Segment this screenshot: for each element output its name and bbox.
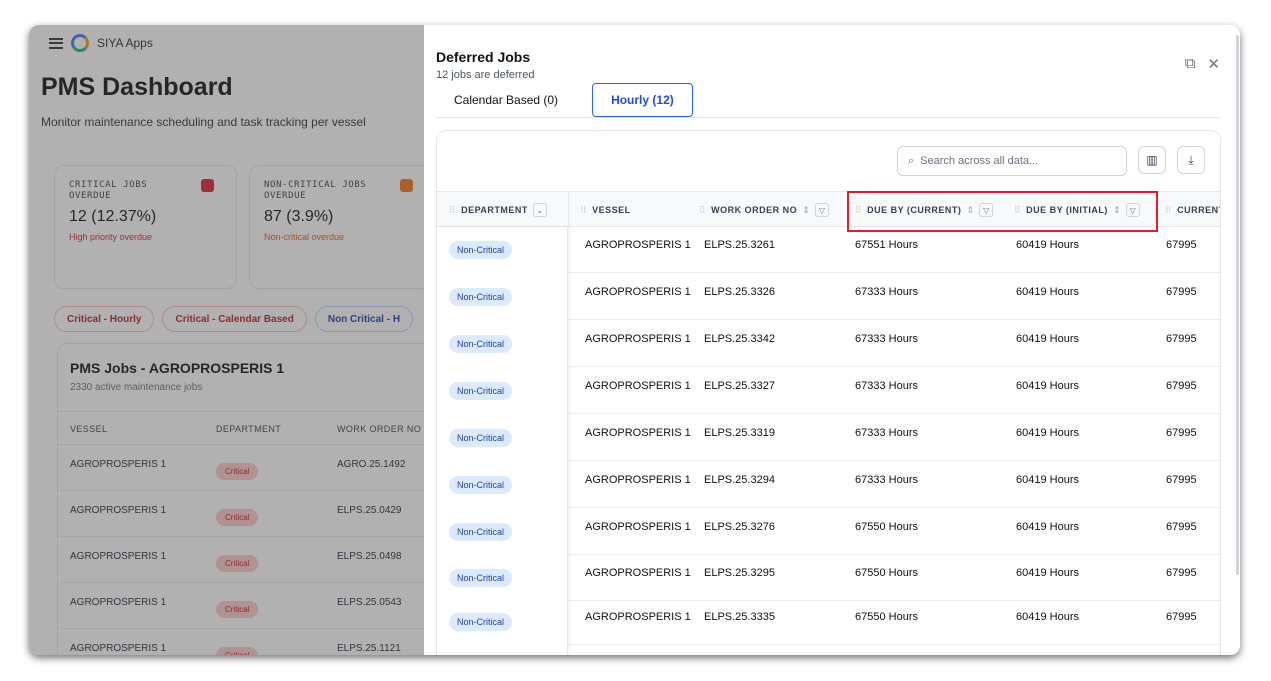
deferred-jobs-drawer: Deferred Jobs 12 jobs are deferred ⧉ ✕ C… <box>424 25 1240 655</box>
cell-due-current: 67550 Hours <box>855 521 918 533</box>
drag-handle-icon[interactable]: ⠿ <box>580 205 587 216</box>
cell-vessel: AGROPROSPERIS 1 <box>585 333 691 345</box>
col-label: WORK ORDER NO <box>711 205 798 215</box>
cell-due-current: 67333 Hours <box>855 286 918 298</box>
drag-handle-icon[interactable]: ⠿ <box>449 205 456 216</box>
cell-due-initial: 60419 Hours <box>1016 474 1079 486</box>
cell-due-initial: 60419 Hours <box>1016 333 1079 345</box>
cell-due-initial: 60419 Hours <box>1016 567 1079 579</box>
cell-vessel: AGROPROSPERIS 1 <box>585 474 691 486</box>
download-icon: ⤓ <box>1188 152 1194 167</box>
tab-hourly[interactable]: Hourly (12) <box>592 83 693 117</box>
cell-work-order: ELPS.25.3295 <box>704 567 775 579</box>
non-critical-badge: Non-Critical <box>449 382 513 400</box>
col-work-order[interactable]: ⠿ WORK ORDER NO ⇕ ▽ <box>699 192 830 228</box>
cell-vessel: AGROPROSPERIS 1 <box>585 286 691 298</box>
cell-work-order: ELPS.25.3319 <box>704 427 775 439</box>
download-button[interactable]: ⤓ <box>1177 146 1205 174</box>
col-label: CURRENT C <box>1177 205 1221 215</box>
cell-vessel: AGROPROSPERIS 1 <box>585 567 691 579</box>
cell-due-current: 67333 Hours <box>855 380 918 392</box>
cell-current: 67995 <box>1166 521 1197 533</box>
close-icon[interactable]: ✕ <box>1207 55 1220 73</box>
cell-vessel: AGROPROSPERIS 1 <box>585 611 691 623</box>
non-critical-badge: Non-Critical <box>449 288 513 306</box>
col-department[interactable]: ⠿ DEPARTMENT ⌄ <box>449 192 547 228</box>
non-critical-badge: Non-Critical <box>449 241 513 259</box>
drawer-subtitle: 12 jobs are deferred <box>436 69 535 81</box>
cell-current: 67995 <box>1166 286 1197 298</box>
cell-work-order: ELPS.25.3342 <box>704 333 775 345</box>
columns-icon: ▥ <box>1146 153 1158 167</box>
external-link-icon[interactable]: ⧉ <box>1185 55 1196 73</box>
column-divider <box>568 192 569 228</box>
cell-due-initial: 60419 Hours <box>1016 380 1079 392</box>
sort-icon[interactable]: ⇕ <box>802 205 810 216</box>
columns-button[interactable]: ▥ <box>1138 146 1166 174</box>
search-input[interactable]: ⌕ Search across all data... <box>897 146 1127 176</box>
chevron-down-icon[interactable]: ⌄ <box>532 203 547 217</box>
non-critical-badge: Non-Critical <box>449 523 513 541</box>
non-critical-badge: Non-Critical <box>449 335 513 353</box>
col-label: VESSEL <box>592 205 631 215</box>
cell-current: 67995 <box>1166 474 1197 486</box>
drawer-actions: ⧉ ✕ <box>1185 55 1220 73</box>
cell-due-current: 67550 Hours <box>855 567 918 579</box>
non-critical-badge: Non-Critical <box>449 429 513 447</box>
cell-due-current: 67551 Hours <box>855 239 918 251</box>
cell-vessel: AGROPROSPERIS 1 <box>585 427 691 439</box>
cell-current: 67995 <box>1166 567 1197 579</box>
cell-due-initial: 60419 Hours <box>1016 239 1079 251</box>
cell-vessel: AGROPROSPERIS 1 <box>585 521 691 533</box>
cell-due-current: 67550 Hours <box>855 611 918 623</box>
modal-overlay[interactable] <box>29 25 424 655</box>
search-icon: ⌕ <box>908 154 915 167</box>
tab-divider <box>436 117 1219 118</box>
cell-due-current: 67333 Hours <box>855 333 918 345</box>
cell-due-current: 67333 Hours <box>855 474 918 486</box>
col-label: DEPARTMENT <box>461 205 528 215</box>
cell-vessel: AGROPROSPERIS 1 <box>585 239 691 251</box>
cell-due-current: 67333 Hours <box>855 427 918 439</box>
filter-icon[interactable]: ▽ <box>815 203 830 217</box>
cell-work-order: ELPS.25.3335 <box>704 611 775 623</box>
cell-current: 67995 <box>1166 239 1197 251</box>
cell-current: 67995 <box>1166 333 1197 345</box>
cell-vessel: AGROPROSPERIS 1 <box>585 380 691 392</box>
drag-handle-icon[interactable]: ⠿ <box>699 205 706 216</box>
cell-work-order: ELPS.25.3326 <box>704 286 775 298</box>
drawer-title: Deferred Jobs <box>436 49 531 65</box>
col-current[interactable]: ⠿ CURRENT C <box>1165 192 1221 228</box>
non-critical-badge: Non-Critical <box>449 569 513 587</box>
tab-calendar-based[interactable]: Calendar Based (0) <box>436 83 576 117</box>
non-critical-badge: Non-Critical <box>449 613 513 631</box>
tab-bar: Calendar Based (0) Hourly (12) <box>436 83 693 117</box>
due-by-columns-highlight <box>847 191 1158 232</box>
cell-due-initial: 60419 Hours <box>1016 286 1079 298</box>
cell-due-initial: 60419 Hours <box>1016 521 1079 533</box>
cell-current: 67995 <box>1166 427 1197 439</box>
col-vessel[interactable]: ⠿ VESSEL <box>580 192 631 228</box>
deferred-jobs-grid: ⌕ Search across all data... ▥ ⤓ ⠿ DEPART… <box>436 130 1221 655</box>
cell-work-order: ELPS.25.3261 <box>704 239 775 251</box>
cell-current: 67995 <box>1166 380 1197 392</box>
cell-current: 67995 <box>1166 611 1197 623</box>
cell-work-order: ELPS.25.3276 <box>704 521 775 533</box>
non-critical-badge: Non-Critical <box>449 476 513 494</box>
cell-due-initial: 60419 Hours <box>1016 427 1079 439</box>
scrollbar[interactable] <box>1236 35 1239 575</box>
cell-work-order: ELPS.25.3327 <box>704 380 775 392</box>
cell-work-order: ELPS.25.3294 <box>704 474 775 486</box>
app-window: SIYA Apps PMS Dashboard Monitor maintena… <box>29 25 1240 655</box>
cell-due-initial: 60419 Hours <box>1016 611 1079 623</box>
drag-handle-icon[interactable]: ⠿ <box>1165 205 1172 216</box>
search-placeholder: Search across all data... <box>920 155 1039 167</box>
